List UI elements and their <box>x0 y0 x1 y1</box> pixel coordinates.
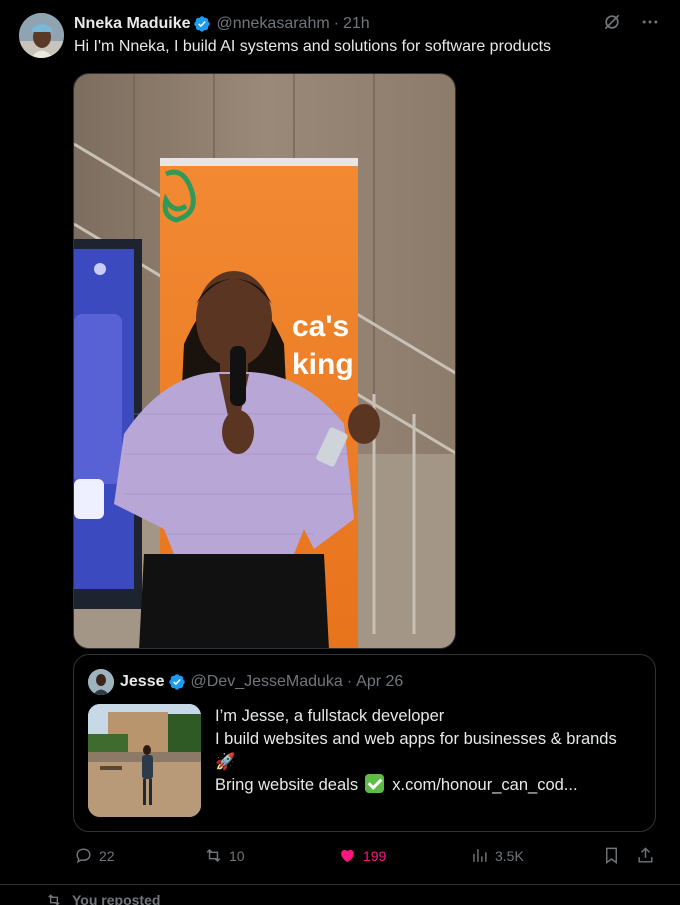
separator-dot: · <box>333 15 339 32</box>
views-count: 3.5K <box>495 847 524 864</box>
like-count: 199 <box>363 847 387 864</box>
reposted-indicator: You reposted <box>46 892 160 905</box>
repost-icon <box>206 848 221 863</box>
views-icon <box>473 849 487 862</box>
more-icon[interactable] <box>640 12 660 32</box>
repost-icon <box>48 894 60 905</box>
repost-button[interactable]: 10 <box>204 846 245 865</box>
share-icon <box>638 847 653 863</box>
author-name[interactable]: Nneka Maduike <box>74 15 190 33</box>
check-mark-icon <box>364 774 384 793</box>
tweet-top-actions <box>602 12 660 32</box>
quote-separator-dot: · <box>346 673 353 690</box>
quote-verified-badge-icon <box>168 674 185 690</box>
reposted-label: You reposted <box>72 892 161 905</box>
heart-icon <box>341 849 354 863</box>
quote-line-4-text: Bring website deals <box>215 776 359 794</box>
verified-badge-icon <box>194 16 211 32</box>
quote-line-1: I’m Jesse, a fullstack developer <box>215 707 445 725</box>
views-button[interactable]: 3.5K <box>470 846 524 865</box>
quote-header: Jesse @Dev_JesseMaduka · Apr 26 <box>120 672 403 692</box>
quote-author-name[interactable]: Jesse <box>120 673 165 691</box>
bookmark-icon <box>606 847 617 865</box>
author-handle[interactable]: @nnekasarahm <box>216 15 329 33</box>
bookmark-button[interactable] <box>602 846 621 865</box>
quote-link[interactable]: x.com/honour_can_cod... <box>392 776 577 794</box>
grok-icon[interactable] <box>602 12 622 32</box>
quoted-tweet[interactable]: Jesse @Dev_JesseMaduka · Apr 26 I’m Jess… <box>73 654 656 832</box>
banner-text-1: ca's <box>292 310 349 343</box>
tweet-time[interactable]: 21h <box>343 15 370 33</box>
quote-author-avatar[interactable] <box>88 669 114 695</box>
tweet-actions: 22 10 199 3.5K <box>74 846 658 868</box>
author-avatar[interactable] <box>19 13 64 58</box>
banner-text-2: king <box>292 348 354 381</box>
quote-text: I’m Jesse, a fullstack developer I build… <box>215 705 617 797</box>
quote-time[interactable]: Apr 26 <box>356 673 403 691</box>
quote-photo[interactable] <box>88 704 201 817</box>
quote-line-4: Bring website deals x.com/honour_can_cod… <box>215 774 617 797</box>
repost-count: 10 <box>229 847 245 864</box>
tweet-photo[interactable]: ca's king <box>73 73 456 649</box>
quote-line-2: I build websites and web apps for busine… <box>215 730 617 748</box>
reply-count: 22 <box>99 847 115 864</box>
tweet-header: Nneka Maduike @nnekasarahm · 21h <box>74 14 370 34</box>
tweet[interactable]: Nneka Maduike @nnekasarahm · 21h Hi I'm … <box>0 0 680 885</box>
quote-author-handle[interactable]: @Dev_JesseMaduka <box>191 673 343 691</box>
like-button[interactable]: 199 <box>338 846 386 865</box>
reply-icon <box>76 848 91 864</box>
share-button[interactable] <box>636 846 655 865</box>
tweet-text: Hi I'm Nneka, I build AI systems and sol… <box>74 38 552 55</box>
reply-button[interactable]: 22 <box>74 846 115 865</box>
quote-line-3-rocket-emoji: 🚀 <box>215 753 236 771</box>
